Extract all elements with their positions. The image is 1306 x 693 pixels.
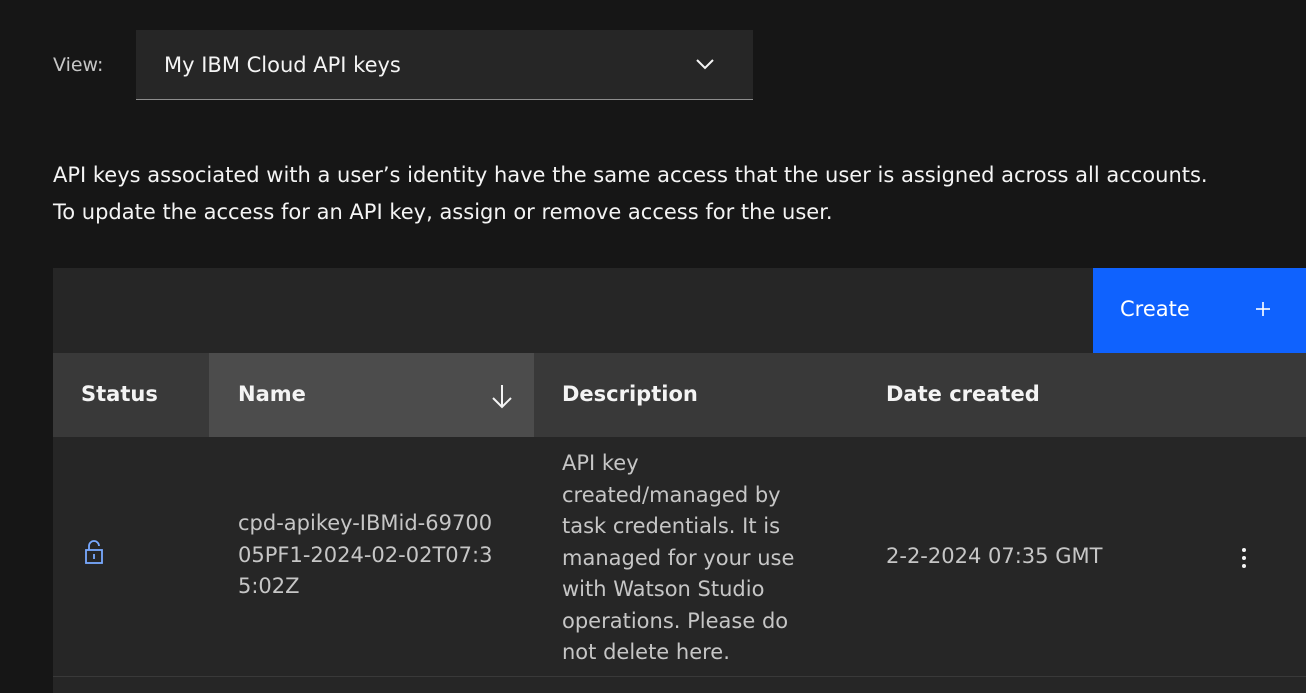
table-toolbar: Create — [53, 268, 1306, 353]
column-header-description: Description — [534, 353, 858, 437]
create-button[interactable]: Create — [1093, 268, 1306, 353]
api-keys-table: Create Status Name Description Date crea… — [53, 268, 1306, 693]
chevron-down-icon — [696, 59, 714, 70]
page-description: API keys associated with a user’s identi… — [53, 157, 1303, 231]
view-dropdown[interactable]: My IBM Cloud API keys — [136, 30, 753, 100]
table-row[interactable]: cpd-apikey-IBMid-6970005PF1-2024-02-02T0… — [53, 437, 1306, 677]
description-line-1: API keys associated with a user’s identi… — [53, 163, 1208, 187]
row-date-created: 2-2-2024 07:35 GMT — [886, 544, 1103, 568]
column-header-description-label: Description — [562, 382, 698, 406]
column-header-status: Status — [53, 353, 209, 437]
row-description: API key created/managed by task credenti… — [562, 451, 795, 664]
column-header-date-created[interactable]: Date created — [858, 353, 1306, 437]
api-keys-page: View: My IBM Cloud API keys API keys ass… — [0, 0, 1306, 693]
column-header-date-created-label: Date created — [886, 382, 1040, 406]
table-header: Status Name Description Date created — [53, 353, 1306, 437]
overflow-menu-icon[interactable] — [1223, 537, 1265, 579]
view-label: View: — [53, 54, 104, 76]
create-button-label: Create — [1120, 297, 1190, 321]
arrow-down-icon — [492, 385, 512, 409]
plus-icon — [1256, 302, 1270, 316]
row-name: cpd-apikey-IBMid-6970005PF1-2024-02-02T0… — [238, 511, 493, 598]
unlocked-icon — [85, 540, 103, 564]
description-line-2: To update the access for an API key, ass… — [53, 200, 833, 224]
column-header-name[interactable]: Name — [209, 353, 534, 437]
table-row[interactable] — [53, 677, 1306, 693]
column-header-name-label: Name — [238, 382, 306, 406]
column-header-status-label: Status — [81, 382, 158, 406]
view-dropdown-value: My IBM Cloud API keys — [164, 53, 401, 77]
